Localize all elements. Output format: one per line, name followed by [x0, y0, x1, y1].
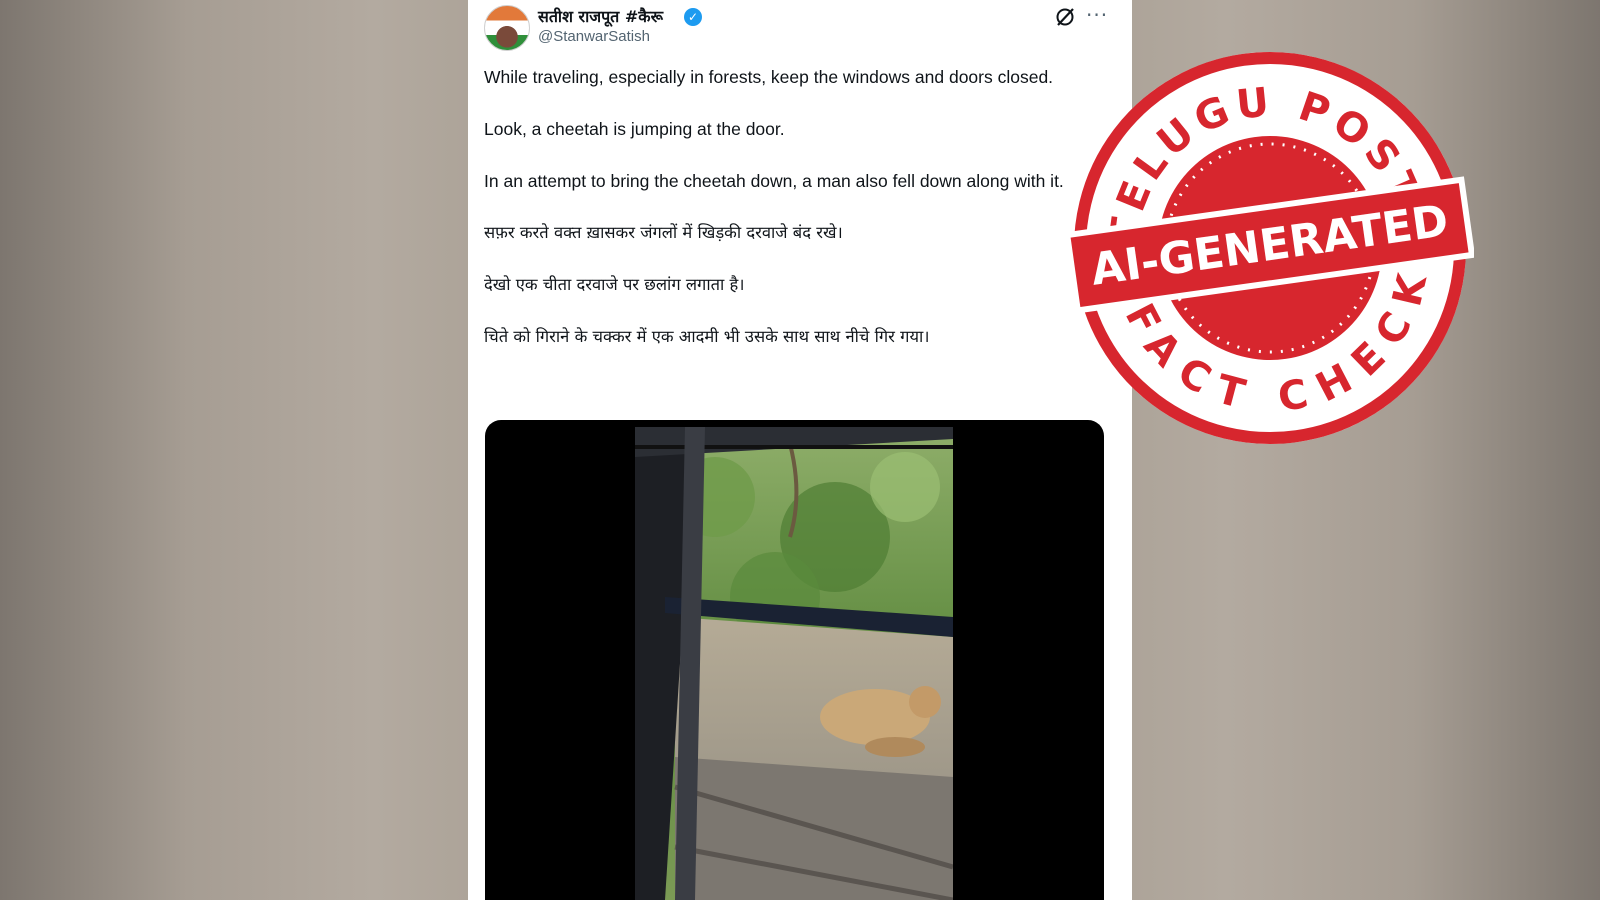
video-thumbnail: [635, 427, 953, 900]
video-frame[interactable]: [635, 427, 953, 900]
tweet-card: सतीश राजपूत #कैरू ✓ @StanwarSatish ··· W…: [468, 0, 1132, 900]
verified-badge-icon: ✓: [684, 8, 702, 26]
background-left: [0, 0, 468, 900]
tweet-paragraph: In an attempt to bring the cheetah down,…: [484, 171, 1064, 191]
tweet-paragraph: चिते को गिराने के चक्कर में एक आदमी भी उ…: [484, 327, 930, 346]
tweet-paragraph: सफ़र करते वक्त ख़ासकर जंगलों में खिड़की …: [484, 223, 843, 242]
display-name[interactable]: सतीश राजपूत #कैरू: [538, 5, 663, 27]
tweet-text: While traveling, especially in forests, …: [484, 64, 1068, 376]
tweet-paragraph: देखो एक चीता दरवाजे पर छलांग लगाता है।: [484, 275, 745, 294]
grok-icon[interactable]: [1054, 6, 1076, 28]
user-handle[interactable]: @StanwarSatish: [538, 28, 650, 45]
tweet-paragraph: While traveling, especially in forests, …: [484, 67, 1054, 87]
fact-check-stamp: TELUGU POST FACT CHECK AI-GENERATED: [1066, 51, 1474, 444]
video-player[interactable]: [485, 420, 1104, 900]
avatar[interactable]: [484, 5, 530, 51]
tweet-paragraph: Look, a cheetah is jumping at the door.: [484, 119, 785, 139]
more-options-icon[interactable]: ···: [1086, 3, 1108, 27]
